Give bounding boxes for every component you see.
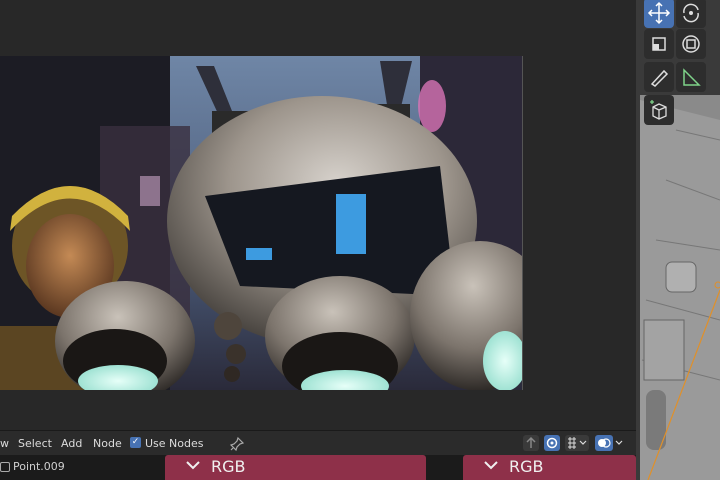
add-cube-icon — [650, 100, 667, 120]
3d-viewport[interactable] — [636, 0, 720, 480]
backdrop-icon[interactable] — [543, 434, 561, 452]
chevron-down-icon[interactable] — [185, 457, 201, 477]
object-icon — [0, 462, 10, 472]
render-image-illustration — [0, 56, 522, 390]
scale-icon — [652, 37, 666, 51]
render-preview-image — [0, 56, 523, 390]
add-menu[interactable]: Add — [61, 437, 82, 450]
rgb-node-header-2[interactable]: RGB — [463, 455, 636, 480]
select-menu[interactable]: Select — [18, 437, 52, 450]
measure-tool-button[interactable] — [676, 62, 706, 92]
move-icon — [647, 1, 671, 25]
rgb-node-title-2: RGB — [509, 457, 544, 476]
rgb-node-title: RGB — [211, 457, 246, 476]
transform-icon — [682, 35, 700, 53]
node-menu[interactable]: Node — [93, 437, 122, 450]
annotate-tool-button[interactable] — [644, 62, 674, 92]
rotate-tool-button[interactable] — [676, 0, 706, 28]
annotate-icon — [650, 69, 669, 87]
measure-icon — [683, 68, 701, 86]
rgb-node-header[interactable]: RGB — [165, 455, 426, 480]
image-editor-area — [0, 0, 636, 430]
view-menu[interactable]: w — [0, 437, 9, 450]
node-editor-header: w Select Add Node ✓ Use Nodes — [0, 430, 636, 455]
overlay-icon[interactable] — [594, 434, 624, 452]
rotate-icon — [683, 3, 699, 23]
scale-tool-button[interactable] — [644, 29, 674, 59]
parent-node-icon[interactable] — [522, 434, 540, 452]
object-name: Point.009 — [13, 460, 65, 473]
use-nodes-label: Use Nodes — [145, 437, 204, 450]
add-cube-tool-button[interactable] — [644, 95, 674, 125]
transform-tool-button[interactable] — [676, 29, 706, 59]
move-tool-button[interactable] — [644, 0, 674, 28]
snap-icon[interactable] — [564, 434, 590, 452]
chevron-down-icon[interactable] — [483, 457, 499, 477]
pin-icon[interactable] — [230, 435, 244, 453]
use-nodes-checkbox[interactable]: ✓ — [130, 437, 141, 448]
